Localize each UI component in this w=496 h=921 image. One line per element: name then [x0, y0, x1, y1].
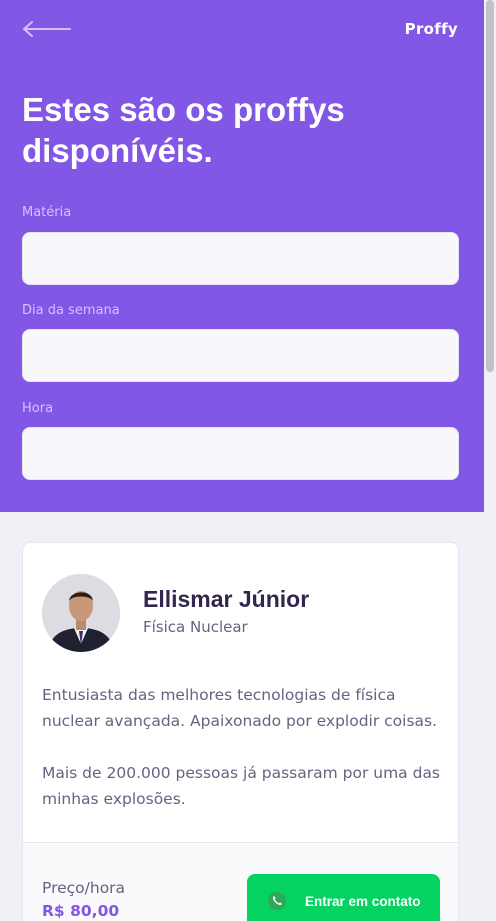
week-day-label: Dia da semana — [22, 303, 120, 318]
whatsapp-icon — [267, 891, 287, 911]
scrollbar-thumb[interactable] — [486, 0, 494, 372]
scrollbar[interactable] — [484, 0, 496, 921]
teacher-bio-paragraph: Entusiasta das melhores tecnologias de f… — [42, 686, 438, 730]
teacher-name: Ellismar Júnior — [143, 586, 310, 612]
teacher-bio-paragraph: Mais de 200.000 pessoas já passaram por … — [42, 764, 441, 808]
time-input[interactable] — [22, 427, 459, 480]
price-label: Preço/hora — [42, 879, 126, 897]
card-footer: Preço/hora R$ 80,00 Entrar em contato — [23, 842, 458, 921]
teacher-card: Ellismar Júnior Física Nuclear Entusiast… — [22, 542, 459, 921]
week-day-input[interactable] — [22, 329, 459, 382]
page: Proffy Estes são os proffys disponívéis.… — [0, 0, 496, 921]
avatar — [42, 574, 120, 652]
price-value: R$ 80,00 — [42, 902, 120, 920]
page-title: Estes são os proffys disponívéis. — [22, 91, 345, 169]
time-label: Hora — [22, 401, 54, 416]
top-bar: Proffy — [22, 18, 458, 40]
subject-label: Matéria — [22, 205, 72, 220]
teacher-subject: Física Nuclear — [143, 618, 248, 636]
contact-button[interactable]: Entrar em contato — [247, 874, 440, 921]
subject-input[interactable] — [22, 232, 459, 285]
logo: Proffy — [404, 20, 458, 38]
contact-button-label: Entrar em contato — [305, 894, 421, 909]
arrow-left-icon[interactable] — [22, 18, 72, 40]
page-header: Proffy Estes são os proffys disponívéis.… — [0, 0, 484, 512]
